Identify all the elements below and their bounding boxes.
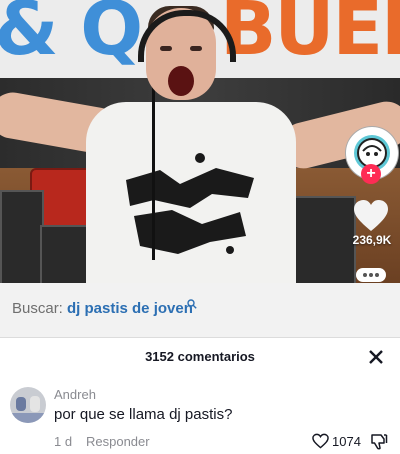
comments-panel: 3152 comentarios Andreh por que se llama…: [0, 338, 400, 454]
related-search-bar[interactable]: Buscar: dj pastis de joven: [0, 283, 400, 338]
comment-like-count: 1074: [332, 434, 361, 449]
follow-button[interactable]: +: [361, 164, 381, 184]
comment-count: 3152 comentarios: [145, 349, 255, 364]
dot: [369, 273, 373, 277]
avatar-figure: [16, 397, 26, 411]
avatar-figure: [30, 396, 40, 412]
dj-person: [0, 0, 400, 283]
search-icon[interactable]: [187, 299, 197, 309]
commenter-avatar[interactable]: [10, 387, 46, 423]
dot: [363, 273, 367, 277]
search-query-link[interactable]: dj pastis de joven: [67, 300, 193, 317]
shirt-graphic: [126, 153, 254, 254]
reply-button[interactable]: Responder: [86, 434, 150, 449]
open-mouth: [168, 66, 194, 96]
search-label: Buscar:: [12, 300, 63, 317]
commenter-username[interactable]: Andreh: [54, 387, 96, 402]
dislike-icon[interactable]: [370, 433, 388, 450]
avatar-ground: [10, 413, 46, 423]
more-options-button[interactable]: [356, 268, 386, 282]
like-heart-icon[interactable]: [353, 199, 389, 233]
comment-like-heart-icon[interactable]: [312, 433, 329, 449]
video-player[interactable]: & Q BUEN +: [0, 0, 400, 283]
comment-text: por que se llama dj pastis?: [54, 406, 233, 423]
video-like-count: 236,9K: [352, 233, 392, 247]
comment-timestamp: 1 d: [54, 434, 73, 449]
dot: [375, 273, 379, 277]
close-icon[interactable]: [364, 345, 388, 369]
